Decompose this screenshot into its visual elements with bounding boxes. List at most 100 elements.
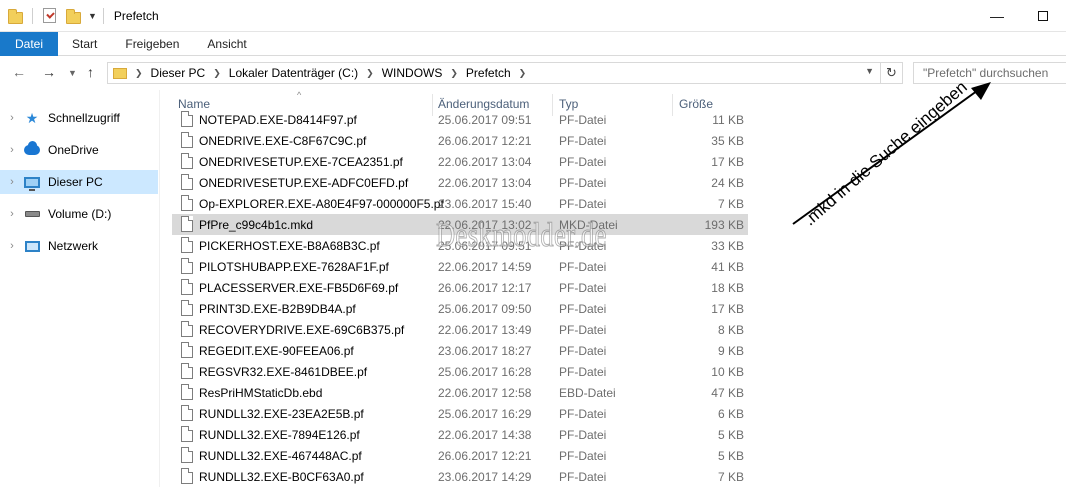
- chevron-right-icon[interactable]: ❯: [135, 68, 143, 79]
- tab-ansicht[interactable]: Ansicht: [193, 32, 260, 56]
- cloud-icon: [24, 141, 40, 158]
- properties-icon[interactable]: [43, 8, 56, 23]
- chevron-right-icon[interactable]: ›: [2, 176, 22, 188]
- file-type: PF-Datei: [559, 175, 607, 190]
- window-title: Prefetch: [113, 8, 159, 23]
- file-row[interactable]: RUNDLL32.EXE-23EA2E5B.pf 25.06.2017 16:29…: [172, 403, 748, 424]
- file-date: 22.06.2017 12:58: [438, 385, 532, 400]
- chevron-right-icon[interactable]: ›: [2, 112, 22, 124]
- chevron-right-icon[interactable]: ›: [2, 208, 22, 220]
- chevron-right-icon[interactable]: ❯: [366, 68, 374, 79]
- minimize-icon: —: [990, 8, 1004, 24]
- file-type: PF-Datei: [559, 364, 607, 379]
- file-date: 22.06.2017 13:49: [438, 322, 532, 337]
- file-size: 11 KB: [712, 112, 744, 127]
- sidebar-item-schnellzugriff[interactable]: › ★ Schnellzugriff: [0, 106, 158, 130]
- file-icon: [181, 447, 193, 463]
- file-type: PF-Datei: [559, 448, 607, 463]
- tab-start[interactable]: Start: [58, 32, 111, 56]
- toolbar-divider: [32, 7, 33, 24]
- address-bar[interactable]: ❯ Dieser PC ❯ Lokaler Datenträger (C:) ❯…: [107, 62, 881, 84]
- file-type: PF-Datei: [559, 196, 607, 211]
- file-icon: [181, 468, 193, 484]
- chevron-right-icon[interactable]: ›: [2, 240, 22, 252]
- file-row[interactable]: NOTEPAD.EXE-D8414F97.pf 25.06.2017 09:51 P…: [172, 109, 748, 130]
- maximize-button[interactable]: [1020, 0, 1066, 32]
- file-date: 22.06.2017 13:04: [438, 175, 532, 190]
- file-type: PF-Datei: [559, 133, 607, 148]
- breadcrumb-prefetch[interactable]: Prefetch: [466, 66, 511, 80]
- file-date: 26.06.2017 12:21: [438, 133, 532, 148]
- refresh-icon: ↻: [886, 65, 897, 80]
- file-row[interactable]: PILOTSHUBAPP.EXE-7628AF1F.pf 22.06.2017 1…: [172, 256, 748, 277]
- file-name: NOTEPAD.EXE-D8414F97.pf: [199, 112, 357, 127]
- folder-icon: [8, 8, 24, 24]
- chevron-right-icon[interactable]: ❯: [213, 68, 221, 79]
- chevron-right-icon[interactable]: ›: [2, 144, 22, 156]
- file-name: RUNDLL32.EXE-7894E126.pf: [199, 427, 360, 442]
- file-type: PF-Datei: [559, 343, 607, 358]
- file-type: PF-Datei: [559, 427, 607, 442]
- file-row[interactable]: PLACESSERVER.EXE-FB5D6F69.pf 26.06.2017 1…: [172, 277, 748, 298]
- breadcrumb-windows[interactable]: WINDOWS: [382, 66, 443, 80]
- sidebar-item-dieser-pc[interactable]: › Dieser PC: [0, 170, 158, 194]
- file-row[interactable]: PRINT3D.EXE-B2B9DB4A.pf 25.06.2017 09:50 P…: [172, 298, 748, 319]
- file-size: 17 KB: [711, 154, 744, 169]
- file-row[interactable]: ONEDRIVESETUP.EXE-ADFC0EFD.pf 22.06.2017 …: [172, 172, 748, 193]
- chevron-right-icon[interactable]: ❯: [450, 68, 458, 79]
- file-date: 25.06.2017 09:51: [438, 238, 532, 253]
- up-arrow-icon[interactable]: ↑: [87, 64, 94, 80]
- file-row[interactable]: ONEDRIVE.EXE-C8F67C9C.pf 26.06.2017 12:21…: [172, 130, 748, 151]
- file-size: 17 KB: [711, 301, 744, 316]
- computer-icon: [24, 174, 40, 191]
- maximize-icon: [1038, 11, 1048, 21]
- file-type: PF-Datei: [559, 301, 607, 316]
- file-date: 22.06.2017 13:04: [438, 154, 532, 169]
- file-date: 26.06.2017 12:21: [438, 448, 532, 463]
- file-name: ResPriHMStaticDb.ebd: [199, 385, 323, 400]
- breadcrumb-local-disk[interactable]: Lokaler Datenträger (C:): [229, 66, 358, 80]
- back-arrow-icon[interactable]: ←: [12, 64, 26, 80]
- file-size: 5 KB: [717, 448, 744, 463]
- file-size: 193 KB: [704, 217, 744, 232]
- file-row[interactable]: Op-EXPLORER.EXE-A80E4F97-000000F5.pf 23.0…: [172, 193, 748, 214]
- file-type: EBD-Datei: [559, 385, 616, 400]
- file-date: 22.06.2017 13:02: [438, 217, 532, 232]
- file-row[interactable]: PICKERHOST.EXE-B8A68B3C.pf 25.06.2017 09:…: [172, 235, 748, 256]
- file-row[interactable]: REGEDIT.EXE-90FEEA06.pf 23.06.2017 18:27 P…: [172, 340, 748, 361]
- title-bar: ▼ Prefetch —: [0, 0, 1066, 32]
- minimize-button[interactable]: —: [974, 0, 1020, 32]
- file-row[interactable]: RUNDLL32.EXE-7894E126.pf 22.06.2017 14:38…: [172, 424, 748, 445]
- file-row[interactable]: PfPre_c99c4b1c.mkd 22.06.2017 13:02 MKD-Da…: [172, 214, 748, 235]
- sidebar-item-label: Dieser PC: [48, 175, 103, 189]
- file-row[interactable]: ONEDRIVESETUP.EXE-7CEA2351.pf 22.06.2017 …: [172, 151, 748, 172]
- customize-quick-access-dropdown-icon[interactable]: ▼: [88, 11, 97, 21]
- file-type: MKD-Datei: [559, 217, 618, 232]
- sidebar-item-netzwerk[interactable]: › Netzwerk: [0, 234, 158, 258]
- navigation-pane: › ★ Schnellzugriff › OneDrive › Dieser P…: [0, 90, 160, 487]
- file-size: 9 KB: [717, 343, 744, 358]
- file-size: 24 KB: [711, 175, 744, 190]
- file-icon: [181, 132, 193, 148]
- address-dropdown-icon[interactable]: ▼: [865, 66, 874, 76]
- sidebar-item-volume-d[interactable]: › Volume (D:): [0, 202, 158, 226]
- file-row[interactable]: RUNDLL32.EXE-467448AC.pf 26.06.2017 12:21…: [172, 445, 748, 466]
- file-name: PILOTSHUBAPP.EXE-7628AF1F.pf: [199, 259, 389, 274]
- file-icon: [181, 300, 193, 316]
- new-folder-icon[interactable]: [66, 8, 82, 24]
- file-name: PRINT3D.EXE-B2B9DB4A.pf: [199, 301, 356, 316]
- tab-freigeben[interactable]: Freigeben: [111, 32, 193, 56]
- file-size: 7 KB: [717, 469, 744, 484]
- forward-arrow-icon[interactable]: →: [42, 64, 56, 80]
- recent-locations-chevron-icon[interactable]: ▼: [68, 68, 77, 78]
- file-row[interactable]: RECOVERYDRIVE.EXE-69C6B375.pf 22.06.2017 …: [172, 319, 748, 340]
- breadcrumb-dieser-pc[interactable]: Dieser PC: [151, 66, 206, 80]
- chevron-right-icon[interactable]: ❯: [519, 68, 527, 79]
- file-row[interactable]: RUNDLL32.EXE-B0CF63A0.pf 23.06.2017 14:29…: [172, 466, 748, 487]
- sidebar-item-onedrive[interactable]: › OneDrive: [0, 138, 158, 162]
- file-date: 25.06.2017 09:51: [438, 112, 532, 127]
- file-row[interactable]: ResPriHMStaticDb.ebd 22.06.2017 12:58 EBD-…: [172, 382, 748, 403]
- tab-datei[interactable]: Datei: [0, 32, 59, 56]
- file-name: ONEDRIVE.EXE-C8F67C9C.pf: [199, 133, 367, 148]
- file-row[interactable]: REGSVR32.EXE-8461DBEE.pf 25.06.2017 16:28…: [172, 361, 748, 382]
